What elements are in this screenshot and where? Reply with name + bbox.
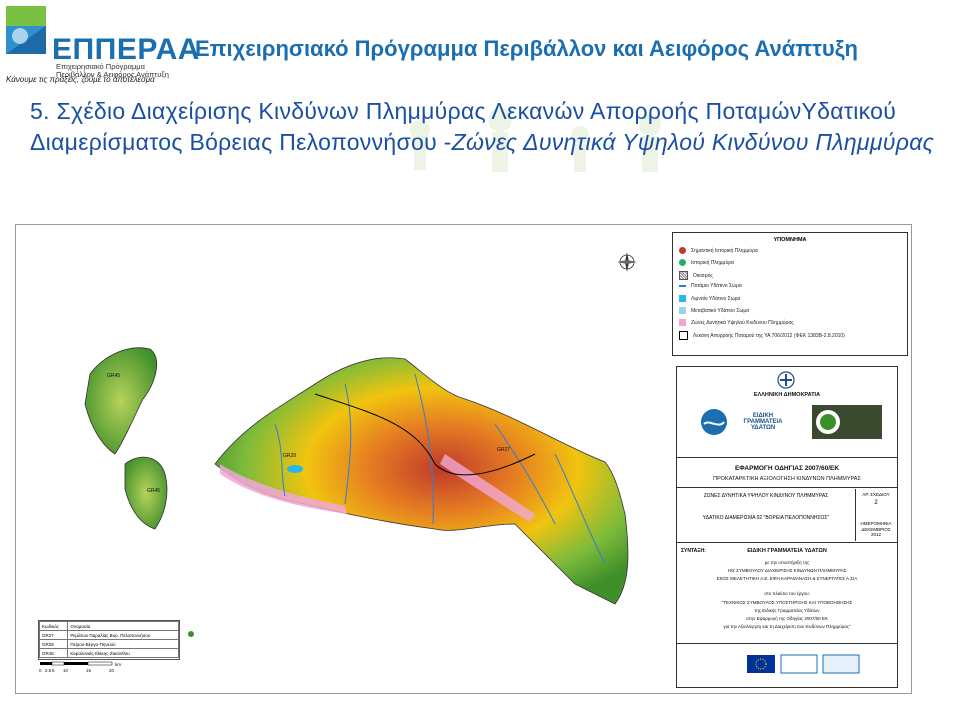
- hatch-icon: [679, 271, 688, 280]
- scale-tick: 0: [39, 668, 42, 673]
- project-line-1: στο πλαίσιο του έργου:: [764, 591, 810, 596]
- table-cell: Κεφαλονιάς-Ιθάκης-Ζακύνθου: [67, 648, 179, 658]
- table-cell: Πείρου-Βέργα-Πηνειού: [67, 639, 179, 649]
- table-header: Ονομασία: [67, 621, 179, 631]
- republic-label: ΕΛΛΗΝΙΚΗ ΔΗΜΟΚΡΑΤΙΑ: [753, 392, 821, 398]
- scale-tick: 15: [86, 668, 92, 673]
- water-secretariat-logo-icon: [701, 409, 727, 435]
- table-cell: Ρεμάτων Παραλίας Βορ. Πελοποννήσου: [67, 630, 179, 640]
- map-label: GR27: [497, 447, 510, 453]
- slide-title: 5. Σχέδιο Διαχείρισης Κινδύνων Πλημμύρας…: [30, 96, 950, 158]
- north-arrow-icon: [617, 252, 637, 272]
- legend-item: Οικισμός: [679, 271, 713, 280]
- table-cell: GR27: [38, 630, 69, 640]
- ministry-logo-icon: [812, 405, 882, 439]
- secretariat-label: ΕΙΔΙΚΗ ΓΡΑΜΜΑΤΕΙΑ ΥΔΑΤΩΝ: [743, 413, 783, 431]
- support-line-2: Η/Σ ΣΥΜΒΟΥΛΟΥ ΔΙΑΧΕΙΡΙΣΗΣ ΚΙΝΔΥΝΩΝ ΠΛΗΜΜ…: [727, 568, 847, 573]
- table-cell: GR45: [38, 648, 69, 658]
- sheet-label: ΑΡ. ΣΧΕΔΙΟΥ: [862, 492, 890, 497]
- compiled-by: ΕΙΔΙΚΗ ΓΡΑΜΜΑΤΕΙΑ ΥΔΑΤΩΝ: [747, 548, 827, 554]
- info-panel: ΕΛΛΗΝΙΚΗ ΔΗΜΟΚΡΑΤΙΑ ΕΙΔΙΚΗ ΓΡΑΜΜΑΤΕΙΑ ΥΔ…: [676, 366, 898, 688]
- map-label: GR28: [283, 453, 296, 459]
- legend-item: Μεταβατικό Υδάτινο Σώμα: [679, 307, 749, 314]
- map-label: GR45: [147, 488, 160, 494]
- support-line-3: ΕΚΟΣ ΜΕΛΕΤΗΤΙΚΗ Α.Ε. ΕΦΗ ΚΑΡΑΘΑΝΑΣΗ & ΣΥ…: [716, 576, 858, 581]
- project-line-5: για την Αξιολόγηση και τη Διαχείριση των…: [723, 624, 851, 629]
- green-dot-icon: [679, 259, 686, 266]
- epperaa-logo-icon: [6, 6, 46, 54]
- legend-item: Λεκάνη Απορροής Ποταμού της ΥΑ 706/2012 …: [679, 331, 845, 340]
- greek-emblem-icon: [777, 371, 795, 389]
- mainland-region: [214, 357, 629, 605]
- scale-tick: 10: [63, 668, 69, 673]
- lake: [287, 465, 303, 473]
- scale-unit: km: [115, 662, 121, 667]
- red-dot-icon: [679, 247, 686, 254]
- district-label: ΥΔΑΤΙΚΟ ΔΙΑΜΕΡΙΣΜΑ 02 "ΒΟΡΕΙΑ ΠΕΛΟΠΟΝΝΗΣ…: [702, 515, 830, 521]
- lake-swatch-icon: [679, 295, 686, 302]
- table-row: GR27 Ρεμάτων Παραλίας Βορ. Πελοποννήσου: [38, 630, 179, 640]
- legend-item: Σημαντική Ιστορική Πλημμύρα: [679, 247, 758, 254]
- legend-item: Ζώνες Δυνητικά Υψηλού Κινδύνου Πλημμύρας: [679, 319, 794, 326]
- support-line-1: με την υποστήριξη της: [764, 560, 810, 565]
- flood-zone-swatch-icon: [679, 319, 686, 326]
- table-cell: GR28: [38, 639, 69, 649]
- map-label: GR45: [107, 373, 120, 379]
- date-value: ΔΕΚΕΜΒΡΙΟΣ 2012: [861, 527, 891, 537]
- table-row: GR45 Κεφαλονιάς-Ιθάκης-Ζακύνθου: [38, 648, 179, 658]
- transitional-swatch-icon: [679, 307, 686, 314]
- project-line-3: της Ειδικής Γραμματείας Υδάτων: [754, 608, 820, 613]
- funding-logos-icon: [747, 654, 860, 674]
- slide-title-italic: Ζώνες Δυνητικά Υψηλού Κινδύνου Πλημμύρας: [451, 129, 935, 155]
- legend-item: Λιμναίο Υδάτινο Σώμα: [679, 295, 740, 302]
- islet: [188, 631, 194, 637]
- scale-tick: 20: [109, 668, 115, 673]
- island-zakynthos: [124, 456, 168, 530]
- scale-tick: 2.5: [45, 668, 52, 673]
- legend-item: Ποτάμιο Υδάτινο Σώμα: [679, 283, 742, 289]
- map-legend: ΥΠΟΜΝΗΜΑ Σημαντική Ιστορική Πλημμύρα Ιστ…: [672, 232, 908, 356]
- table-header-row: Κωδικός Ονομασία: [38, 621, 179, 631]
- zones-label: ΖΩΝΕΣ ΔΥΝΗΤΙΚΑ ΥΨΗΛΟΥ ΚΙΝΔΥΝΟΥ ΠΛΗΜΜΥΡΑΣ: [703, 493, 829, 499]
- directive-label: ΕΦΑΡΜΟΓΗ ΟΔΗΓΙΑΣ 2007/60/ΕΚ: [734, 465, 840, 472]
- river-line-icon: [679, 285, 686, 287]
- island-kefalonia: [84, 347, 158, 455]
- sheet-number: 2: [874, 500, 878, 506]
- logo-slogan: Κάνουμε τις πράξεις, ζούμε το αποτέλεσμα: [6, 75, 155, 84]
- assessment-label: ΠΡΟΚΑΤΑΡΚΤΙΚΗ ΑΞΙΟΛΟΓΗΣΗ ΚΙΝΔΥΝΩΝ ΠΛΗΜΜΥ…: [713, 476, 861, 482]
- basin-codes-table: Κωδικός Ονομασία GR27 Ρεμάτων Παραλίας Β…: [38, 620, 180, 660]
- scale-bar: 0 2.5 5 10 15 20 km: [39, 661, 121, 673]
- project-line-4: στην Εφαρμογή της Οδηγίας 2007/60 ΕΚ: [746, 616, 828, 621]
- legend-title: ΥΠΟΜΝΗΜΑ: [773, 237, 807, 243]
- scale-tick: 5: [52, 668, 55, 673]
- basin-outline-icon: [679, 331, 688, 340]
- table-header: Κωδικός: [38, 621, 69, 631]
- program-title: Επιχειρησιακό Πρόγραμμα Περιβάλλον και Α…: [195, 36, 858, 61]
- project-line-2: "ΤΕΧΝΙΚΟΣ ΣΥΜΒΟΥΛΟΣ ΥΠΟΣΤΗΡΙΞΗΣ ΚΑΙ ΥΠΟΒ…: [721, 600, 853, 605]
- legend-item: Ιστορική Πλημμύρα: [679, 259, 734, 266]
- date-label: ΗΜΕΡΟΜΗΝΙΑ: [860, 521, 892, 526]
- table-row: GR28 Πείρου-Βέργα-Πηνειού: [38, 639, 179, 649]
